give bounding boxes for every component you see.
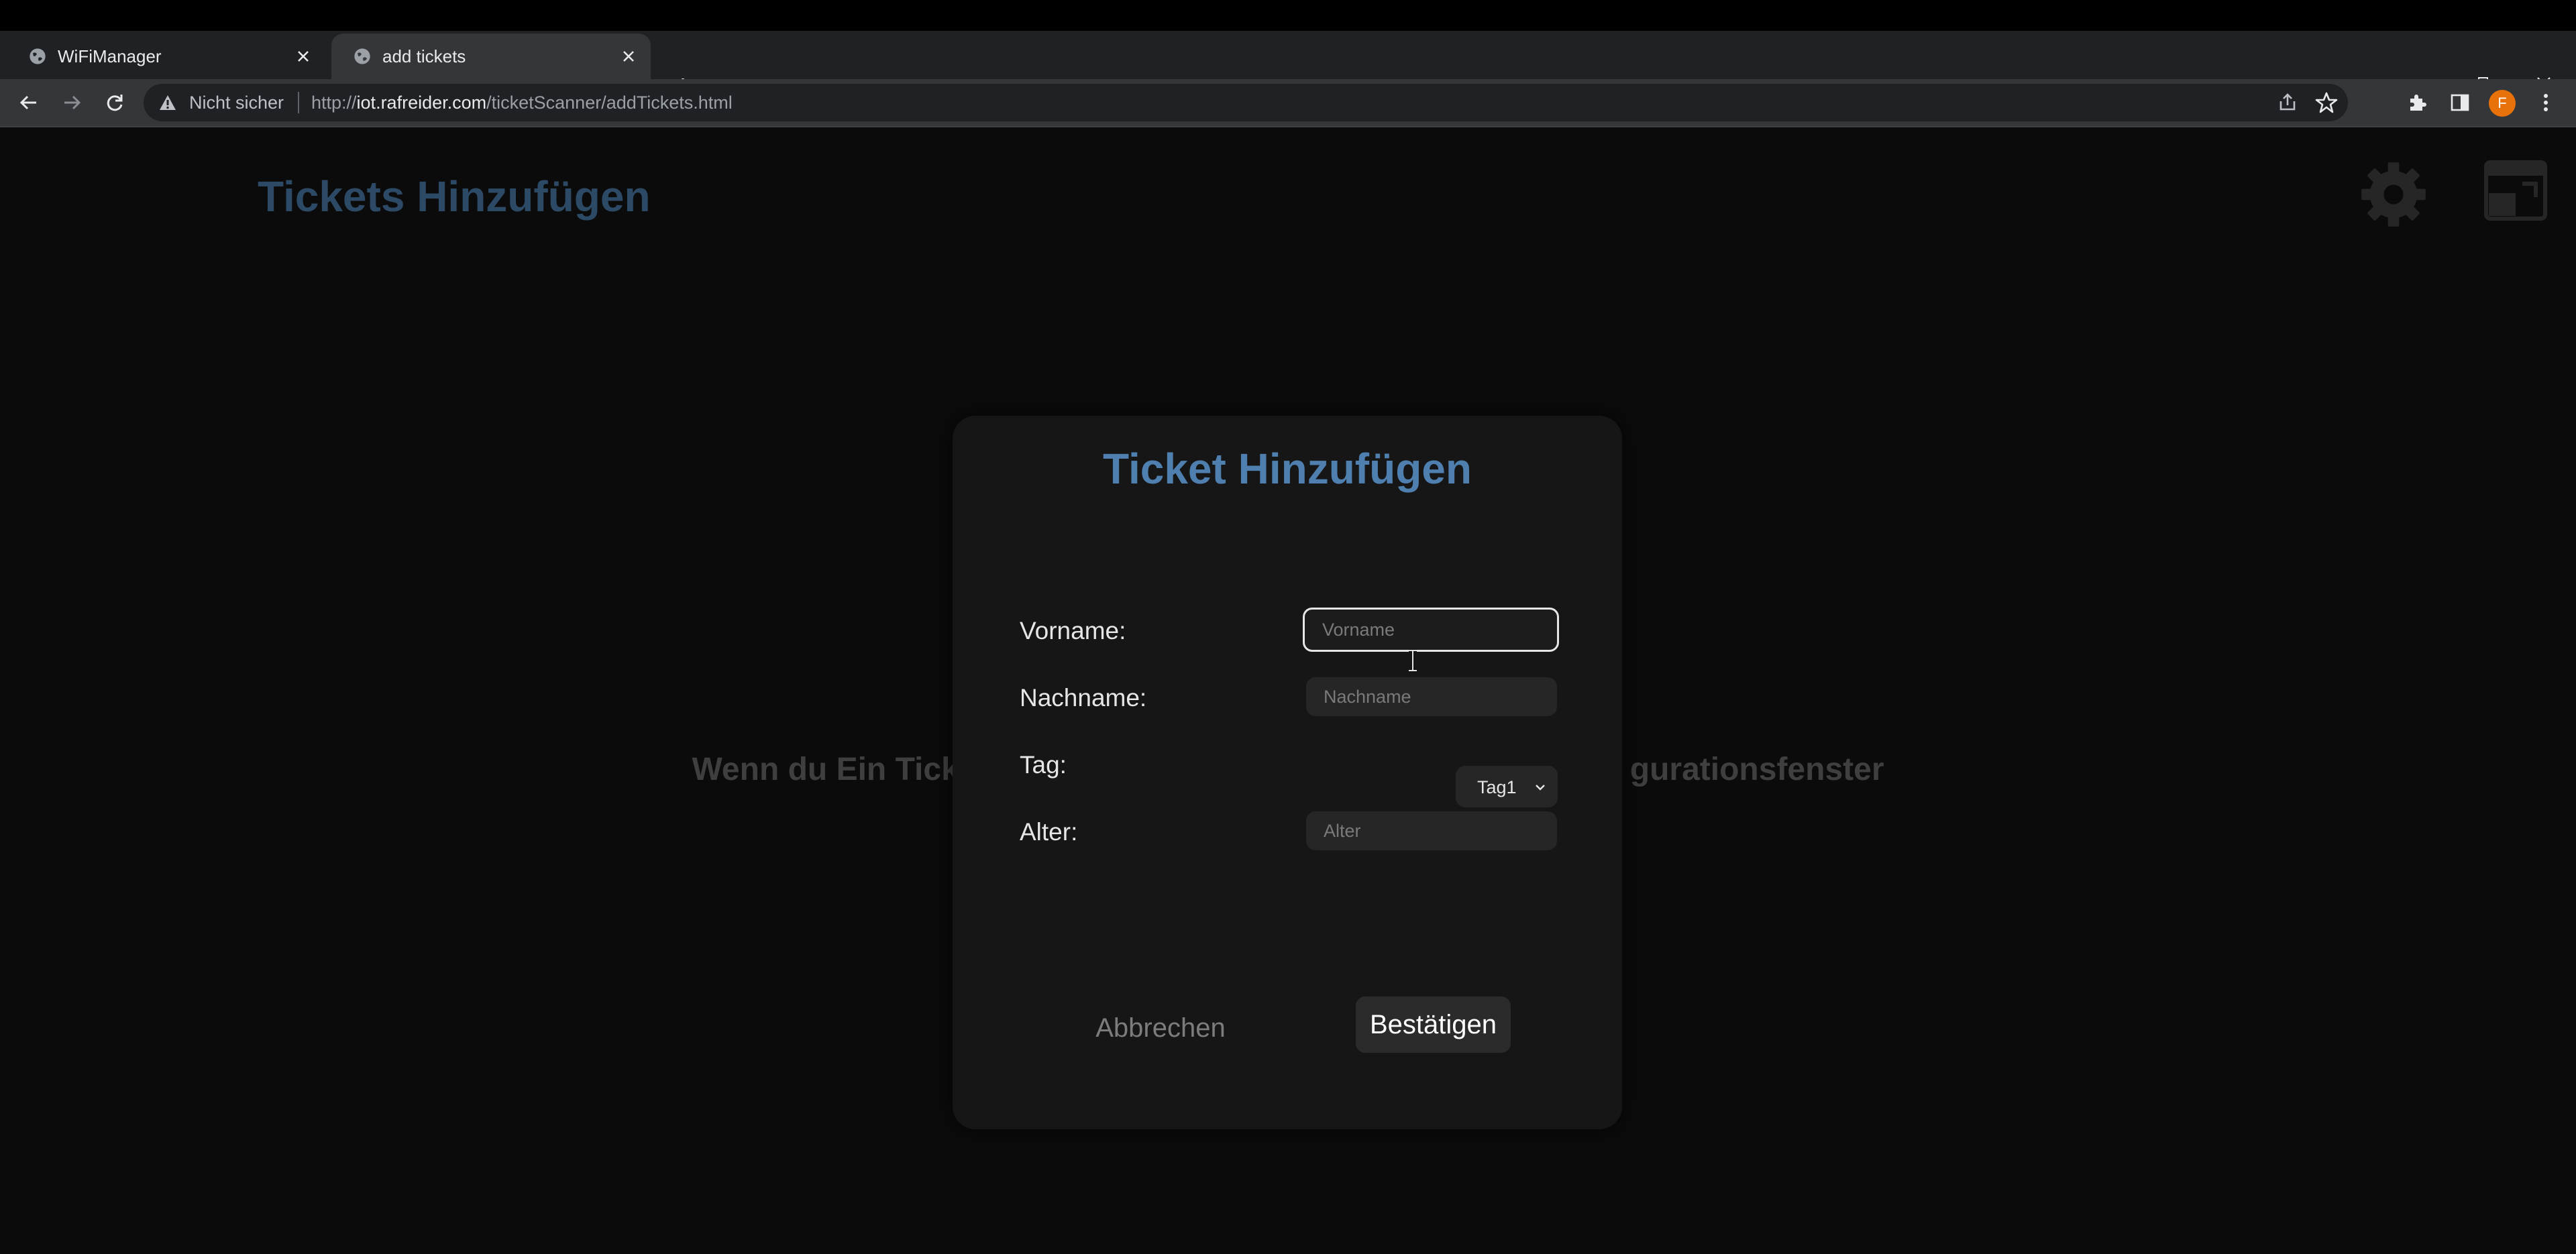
tag-select[interactable]: Tag1 xyxy=(1456,766,1558,807)
address-bar[interactable]: Nicht sicher http://iot.rafreider.com/ti… xyxy=(144,84,2348,121)
warning-icon[interactable] xyxy=(158,93,177,112)
security-label[interactable]: Nicht sicher xyxy=(189,93,284,113)
arrow-left-icon xyxy=(19,95,36,110)
nachname-input[interactable] xyxy=(1306,677,1557,716)
forward-button[interactable] xyxy=(55,86,89,119)
divider xyxy=(298,92,299,113)
nachname-label: Nachname: xyxy=(1020,684,1147,711)
page-title: Tickets Hinzufügen xyxy=(258,172,651,221)
settings-gear-icon[interactable] xyxy=(2359,160,2428,229)
tab-bar: WiFiManager add tickets xyxy=(0,31,2576,93)
reload-icon xyxy=(107,95,123,111)
page-viewport: Tickets Hinzufügen Wenn du Ein Tick gurat… xyxy=(0,127,2576,1254)
kebab-menu-icon xyxy=(2544,94,2548,111)
url-host: iot.rafreider.com xyxy=(356,93,487,113)
tag-selected-value: Tag1 xyxy=(1477,777,1517,797)
vorname-label: Vorname: xyxy=(1020,617,1126,644)
extensions-button[interactable] xyxy=(2402,87,2432,118)
tag-label: Tag: xyxy=(1020,751,1067,779)
os-top-bar xyxy=(0,0,2576,31)
close-tab-icon[interactable] xyxy=(293,46,313,66)
globe-icon xyxy=(30,48,46,64)
url-text[interactable]: http://iot.rafreider.com/ticketScanner/a… xyxy=(311,93,733,113)
cancel-button[interactable]: Abbrechen xyxy=(1060,1005,1261,1051)
globe-icon xyxy=(354,48,370,64)
dialog-title: Ticket Hinzufügen xyxy=(1103,445,1472,493)
puzzle-icon xyxy=(2410,95,2426,111)
tab-title: WiFiManager xyxy=(58,46,162,66)
chevron-down-icon xyxy=(1536,785,1545,791)
tab-title: add tickets xyxy=(382,46,466,66)
background-message-start: Wenn du Ein Tick xyxy=(692,752,959,787)
share-icon[interactable] xyxy=(2277,92,2298,113)
url-scheme: http:// xyxy=(311,93,357,113)
bookmark-star-icon[interactable] xyxy=(2314,91,2339,115)
url-path: /ticketScanner/addTickets.html xyxy=(486,93,733,113)
vorname-input[interactable] xyxy=(1303,608,1559,652)
tab-wifimanager[interactable]: WiFiManager xyxy=(7,34,325,79)
side-panel-button[interactable] xyxy=(2445,87,2475,118)
background-message-end: gurationsfenster xyxy=(1629,752,1884,787)
add-ticket-dialog: Ticket Hinzufügen Vorname: Nachname: Tag… xyxy=(953,416,1622,1129)
close-tab-icon[interactable] xyxy=(619,46,639,66)
text-cursor-icon xyxy=(1409,649,1417,672)
alter-input[interactable] xyxy=(1306,811,1557,850)
arrow-right-icon xyxy=(64,95,81,110)
tab-add-tickets[interactable]: add tickets xyxy=(331,34,651,79)
reload-button[interactable] xyxy=(98,86,131,119)
profile-avatar[interactable]: F xyxy=(2489,90,2516,117)
window-toggle-icon[interactable] xyxy=(2482,158,2549,223)
alter-label: Alter: xyxy=(1020,818,1078,846)
menu-button[interactable] xyxy=(2530,87,2561,118)
confirm-button[interactable]: Bestätigen xyxy=(1356,996,1511,1053)
browser-toolbar: Nicht sicher http://iot.rafreider.com/ti… xyxy=(0,79,2576,126)
side-panel-icon xyxy=(2451,94,2469,111)
back-button[interactable] xyxy=(12,86,46,119)
